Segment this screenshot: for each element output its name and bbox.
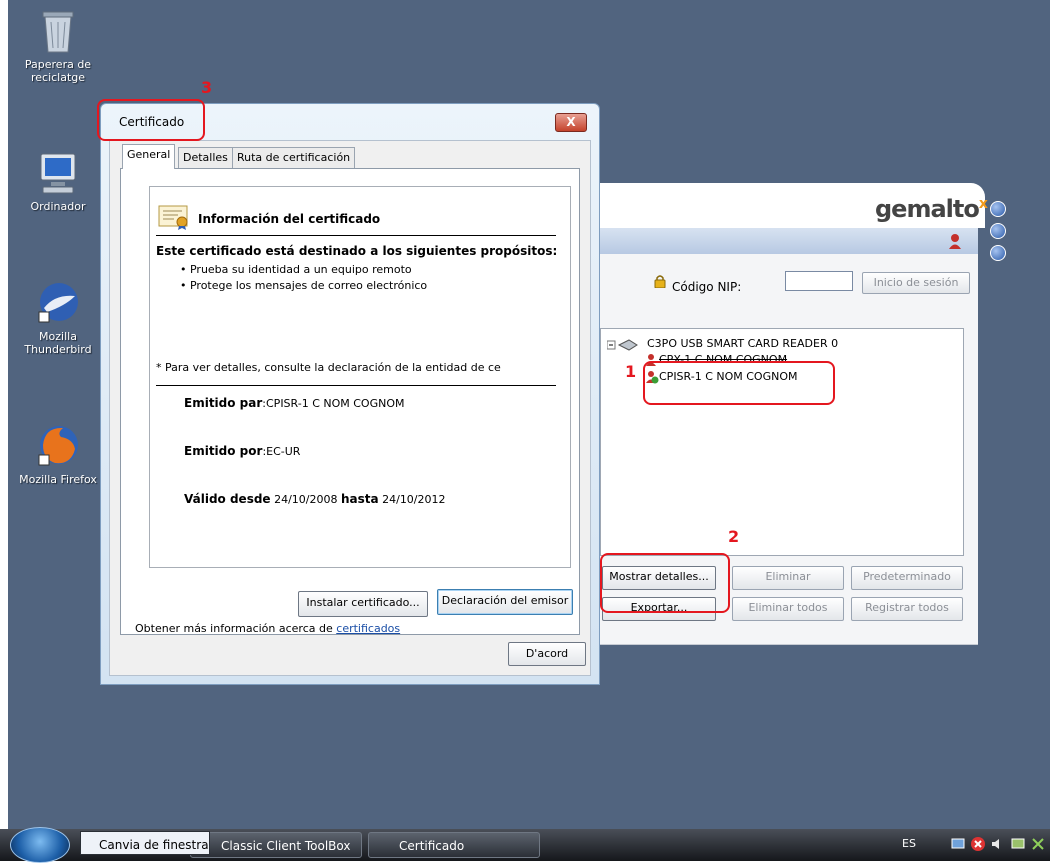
gemalto-logo: gemaltox xyxy=(875,195,988,223)
valid-from-label: Válido desde xyxy=(184,492,271,506)
minimize-icon[interactable] xyxy=(990,245,1006,261)
more-info-label: Obtener más información acerca de xyxy=(135,622,333,635)
info-title: Información del certificado xyxy=(198,212,381,226)
switch-window-tooltip[interactable]: Canvia de finestra xyxy=(80,831,210,855)
purpose-item: • Prueba su identidad a un equipo remoto xyxy=(180,263,412,276)
issued-to-label: Emitido par xyxy=(184,396,263,410)
register-all-button[interactable]: Registrar todos xyxy=(851,597,963,621)
divider xyxy=(156,385,556,386)
issued-by-value: EC-UR xyxy=(266,445,301,458)
desktop-icon-label: Mozilla Firefox xyxy=(19,473,97,486)
install-certificate-button[interactable]: Instalar certificado... xyxy=(298,591,428,617)
issued-to-field: Emitido par:CPISR-1 C NOM COGNOM xyxy=(184,396,405,410)
divider xyxy=(156,235,556,236)
screen-edge xyxy=(0,0,8,861)
taskbar: Classic Client ToolBox Certificado Canvi… xyxy=(0,827,1050,863)
delete-all-button[interactable]: Eliminar todos xyxy=(732,597,844,621)
tab-general[interactable]: General xyxy=(122,144,176,169)
nip-input[interactable] xyxy=(785,271,853,291)
card-reader-icon xyxy=(607,339,638,351)
issuer-statement-button[interactable]: Declaración del emisor xyxy=(437,589,573,615)
login-button[interactable]: Inicio de sesión xyxy=(862,272,970,294)
gemalto-logo-mark: x xyxy=(978,196,988,212)
security-alert-icon[interactable] xyxy=(970,836,986,852)
start-button[interactable] xyxy=(10,827,70,863)
gemalto-toolbar xyxy=(600,228,978,254)
general-tab-panel: Información del certificado Este certifi… xyxy=(120,168,580,635)
user-certificate-icon[interactable] xyxy=(947,232,963,250)
statement-note: * Para ver detalles, consulte la declara… xyxy=(156,361,501,374)
certificates-link[interactable]: certificados xyxy=(336,622,400,635)
issued-by-label: Emitido por xyxy=(184,444,263,458)
network-tray-icon[interactable] xyxy=(950,836,966,852)
annotation-number-1: 1 xyxy=(625,362,637,381)
delete-button[interactable]: Eliminar xyxy=(732,566,844,590)
language-indicator[interactable]: ES xyxy=(902,837,916,850)
desktop-icon-recycle-bin[interactable]: Paperera de reciclatge xyxy=(12,8,104,84)
ok-button[interactable]: D'acord xyxy=(508,642,586,666)
valid-to-label: hasta xyxy=(340,492,379,506)
validity-field: Válido desde 24/10/2008 hasta 24/10/2012 xyxy=(184,492,446,506)
valid-to-value: 24/10/2012 xyxy=(382,493,446,506)
gemalto-header: gemaltox xyxy=(585,183,988,228)
purpose-item: • Protege los mensajes de correo electró… xyxy=(180,279,428,292)
close-icon[interactable] xyxy=(990,201,1006,217)
tab-details[interactable]: Detalles xyxy=(178,147,233,168)
issued-by-field: Emitido por:EC-UR xyxy=(184,444,300,458)
lock-icon xyxy=(654,275,666,288)
firefox-icon xyxy=(38,426,78,466)
display-tray-icon[interactable] xyxy=(1010,836,1026,852)
desktop-icon-label: Ordinador xyxy=(30,200,86,213)
close-button[interactable]: X xyxy=(555,113,587,132)
volume-icon[interactable] xyxy=(990,836,1006,852)
annotation-box-1 xyxy=(643,361,835,405)
certificate-info-box: Información del certificado Este certifi… xyxy=(149,186,571,568)
computer-icon xyxy=(40,153,76,194)
issued-to-value: CPISR-1 C NOM COGNOM xyxy=(266,397,405,410)
set-default-button[interactable]: Predeterminado xyxy=(851,566,963,590)
annotation-number-3: 3 xyxy=(201,78,213,97)
certificate-info-icon xyxy=(158,205,188,230)
dialog-client-area: General Detalles Ruta de certificación I… xyxy=(109,140,591,676)
valid-from-value: 24/10/2008 xyxy=(274,493,338,506)
tree-item-reader[interactable]: C3PO USB SMART CARD READER 0 xyxy=(647,337,838,350)
tab-certification-path[interactable]: Ruta de certificación xyxy=(232,147,356,168)
more-info-text: Obtener más información acerca de certif… xyxy=(135,622,400,635)
update-tray-icon[interactable] xyxy=(1030,836,1046,852)
nip-label: Código NIP: xyxy=(672,280,742,294)
recycle-bin-icon xyxy=(42,11,74,53)
desktop-icon-thunderbird[interactable]: Mozilla Thunderbird xyxy=(12,280,104,356)
desktop-icon-firefox[interactable]: Mozilla Firefox xyxy=(12,423,104,486)
annotation-box-3 xyxy=(97,99,205,141)
taskbar-item-classic-client[interactable]: Classic Client ToolBox xyxy=(190,832,362,858)
purpose-heading: Este certificado está destinado a los si… xyxy=(156,244,558,258)
taskbar-item-certificado[interactable]: Certificado xyxy=(368,832,540,858)
help-icon[interactable] xyxy=(990,223,1006,239)
certificate-dialog: Certificado X General Detalles Ruta de c… xyxy=(100,103,600,685)
annotation-number-2: 2 xyxy=(728,527,740,546)
desktop-icon-label: Paperera de reciclatge xyxy=(24,58,92,84)
desktop-icon-label: Mozilla Thunderbird xyxy=(24,330,92,356)
desktop-icon-computer[interactable]: Ordinador xyxy=(12,150,104,213)
annotation-box-2 xyxy=(600,553,730,613)
thunderbird-icon xyxy=(38,283,78,323)
